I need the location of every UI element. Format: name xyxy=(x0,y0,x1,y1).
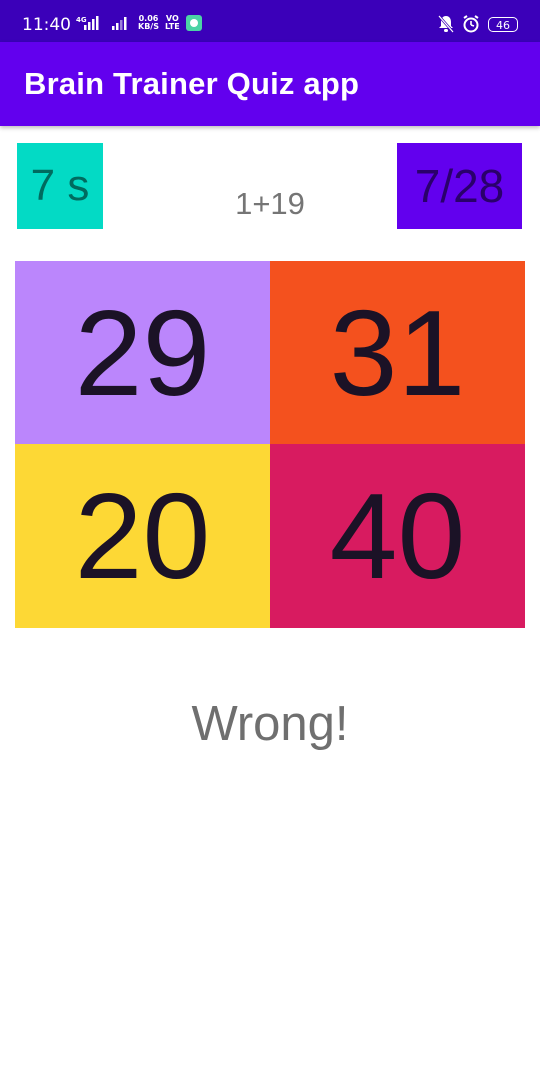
app-title: Brain Trainer Quiz app xyxy=(24,66,360,101)
status-bar: 11:40 4G 0.06 KB/S VO LTE 46 xyxy=(0,0,540,42)
answer-button-1[interactable]: 29 xyxy=(15,261,270,444)
answer-button-4[interactable]: 40 xyxy=(270,444,525,628)
volte-indicator: VO LTE xyxy=(164,14,180,31)
alarm-icon xyxy=(463,15,479,33)
svg-text:4G: 4G xyxy=(76,16,87,24)
battery-icon: 46 xyxy=(488,16,518,32)
signal-weak-icon xyxy=(112,17,127,30)
score-display: 7/28 xyxy=(397,143,522,229)
answer-button-2[interactable]: 31 xyxy=(270,261,525,444)
network-speed: 0.06 KB/S xyxy=(138,14,159,31)
result-text: Wrong! xyxy=(191,697,349,751)
notification-off-icon xyxy=(438,15,454,33)
app-bar: Brain Trainer Quiz app xyxy=(0,42,540,126)
status-icons-right: 46 xyxy=(438,15,518,33)
question-text: 1+19 xyxy=(235,186,305,221)
answer-grid: 29 31 20 40 xyxy=(15,261,525,628)
signal-icon: 4G xyxy=(76,16,99,30)
answer-button-3[interactable]: 20 xyxy=(15,444,270,628)
timer-display: 7 s xyxy=(17,143,103,229)
status-icons-left: 4G 0.06 KB/S VO LTE xyxy=(74,15,202,31)
app-notification-icon xyxy=(185,15,202,31)
status-time: 11:40 xyxy=(22,15,71,35)
